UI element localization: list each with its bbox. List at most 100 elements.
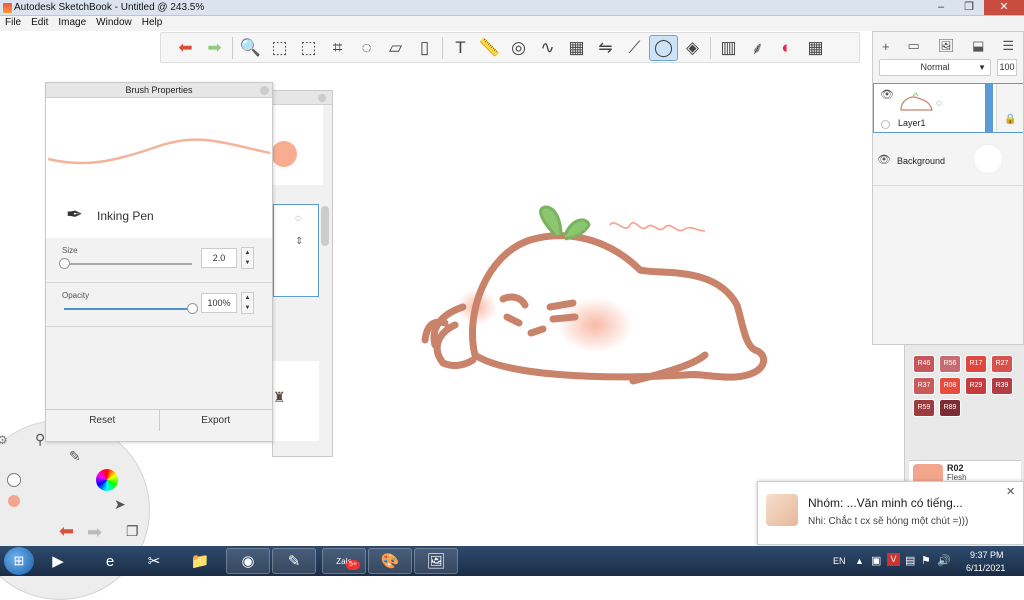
color-puck-icon[interactable] [96, 469, 118, 491]
maximize-button[interactable]: ❐ [956, 0, 982, 15]
layer-row-background[interactable]: 👁 Background [873, 136, 1023, 186]
menu-edit[interactable]: Edit [26, 16, 53, 28]
brush-library-close-icon[interactable] [318, 94, 326, 102]
close-window-button[interactable]: ✕ [984, 0, 1024, 15]
fill-icon[interactable]: ▯ [410, 35, 439, 61]
language-indicator[interactable]: EN [833, 556, 846, 566]
media-player-icon[interactable]: ▶ [38, 548, 78, 574]
opacity-slider-track[interactable] [64, 308, 192, 310]
tray-v-icon[interactable]: V [887, 553, 900, 566]
lasso-icon[interactable]: ◌ [352, 35, 381, 61]
brush-library-scrollbar[interactable] [321, 206, 329, 246]
zalo-icon[interactable]: Zalo [322, 548, 366, 574]
blend-mode-select[interactable]: Normal ▼ [879, 59, 991, 76]
eye-icon[interactable]: 👁 [880, 88, 894, 101]
menu-file[interactable]: File [0, 16, 26, 28]
sketchbook-icon[interactable]: ✎ [272, 548, 316, 574]
predictive-stroke-icon[interactable]: ◯ [649, 34, 678, 61]
lagoon-redo-icon[interactable]: ➡ [87, 522, 102, 543]
perspective-icon[interactable]: ▦ [562, 35, 591, 61]
lagoon-undo-icon[interactable]: ⬅ [59, 521, 74, 542]
layers-icon[interactable]: ❐ [126, 523, 139, 540]
opacity-stepper[interactable]: ▲ ▼ [241, 292, 254, 314]
volume-icon[interactable]: 🔊 [937, 554, 951, 567]
chrome-icon[interactable]: ◉ [226, 548, 270, 574]
french-curve-icon[interactable]: ∿ [533, 35, 562, 61]
start-button[interactable]: ⊞ [4, 547, 34, 575]
current-color-icon[interactable] [8, 495, 20, 507]
menu-window[interactable]: Window [91, 16, 137, 28]
lagoon-tool-icon[interactable]: ⚲ [35, 431, 45, 448]
network-icon[interactable]: ▤ [905, 554, 915, 567]
brush-resize-icon[interactable]: ⇕ [295, 236, 303, 247]
redo-icon[interactable]: ➡ [200, 35, 229, 61]
copic-swatch[interactable]: R56 [939, 355, 961, 373]
undo-icon[interactable]: ⬅ [171, 35, 200, 61]
copic-swatch[interactable]: R27 [991, 355, 1013, 373]
lagoon-settings-icon[interactable]: ⚙ [0, 433, 8, 447]
layer-opacity-bar[interactable] [985, 84, 993, 132]
layer-select-radio[interactable] [881, 120, 890, 129]
copic-swatch[interactable]: R39 [991, 377, 1013, 395]
menu-help[interactable]: Help [137, 16, 168, 28]
ruler-icon[interactable]: 📏 [475, 35, 504, 61]
export-button[interactable]: Export [160, 410, 273, 431]
text-icon[interactable]: T [446, 35, 475, 61]
size-slider-knob[interactable] [59, 258, 70, 269]
copic-swatch[interactable]: R37 [913, 377, 935, 395]
size-stepper[interactable]: ▲ ▼ [241, 247, 254, 269]
crop-icon[interactable]: ⌗ [323, 35, 352, 61]
chat-notification[interactable]: Nhóm: ...Văn minh có tiếng... Nhi: Chắc … [757, 481, 1024, 545]
tray-expand-icon[interactable]: ▲ [855, 556, 864, 566]
symmetry-icon[interactable]: ⇋ [591, 35, 620, 61]
copic-swatch[interactable]: R46 [913, 355, 935, 373]
ellipse-icon[interactable]: ◎ [504, 35, 533, 61]
reset-button[interactable]: Reset [46, 410, 160, 431]
transform-icon[interactable]: ⬚ [294, 35, 323, 61]
paint-icon[interactable]: 🎨 [368, 548, 412, 574]
brush-library-icon[interactable]: ⸙ [743, 35, 772, 61]
add-layer-icon[interactable]: + [882, 39, 890, 54]
eye-icon[interactable]: 👁 [877, 153, 891, 166]
brush-puck-icon[interactable]: ✎ [69, 448, 81, 465]
layer-opacity-field[interactable]: 100 [997, 59, 1017, 76]
copic-library-icon[interactable]: ▥ [714, 35, 743, 61]
copic-swatch[interactable]: R08 [939, 377, 961, 395]
photo-viewer-icon[interactable]: 🖼 [414, 548, 458, 574]
stroke-icon[interactable]: ⟋ [620, 35, 649, 61]
copic-swatch[interactable]: R17 [965, 355, 987, 373]
tray-app-icon[interactable]: ▣ [871, 554, 881, 567]
clock-time[interactable]: 9:37 PM [970, 550, 1004, 560]
color-wheel-icon[interactable]: ◐ [772, 35, 801, 61]
fill-layer-icon[interactable]: ⬓ [972, 38, 984, 54]
brush-thumbnail-icon[interactable]: ♜ [273, 389, 286, 406]
copic-swatch[interactable]: R29 [965, 377, 987, 395]
menu-image[interactable]: Image [53, 16, 91, 28]
add-image-icon[interactable]: 🖼 [938, 38, 955, 54]
select-icon[interactable]: ⬚ [265, 35, 294, 61]
clock-date[interactable]: 6/11/2021 [966, 563, 1005, 573]
shape-icon[interactable]: ◈ [678, 35, 707, 61]
minimize-button[interactable]: – [928, 0, 954, 15]
file-explorer-icon[interactable]: 📁 [180, 548, 220, 574]
copic-swatch[interactable]: R89 [939, 399, 961, 417]
opacity-value-field[interactable]: 100% [201, 293, 237, 313]
canvas-drawing[interactable] [415, 195, 785, 395]
panel-close-icon[interactable] [260, 86, 269, 95]
snipping-tool-icon[interactable]: ✂ [134, 548, 174, 574]
add-group-icon[interactable]: ▭ [907, 38, 919, 54]
close-icon[interactable]: ✕ [1006, 485, 1015, 498]
size-slider-track[interactable] [64, 263, 192, 265]
flag-icon[interactable]: ⚑ [921, 554, 931, 567]
distort-icon[interactable]: ▱ [381, 35, 410, 61]
layer-row-layer1[interactable]: 👁 ◌ Layer1 🔒 [873, 83, 1023, 133]
size-value-field[interactable]: 2.0 [201, 248, 237, 268]
opacity-slider-knob[interactable] [187, 303, 198, 314]
brush-size-puck-icon[interactable] [7, 473, 21, 487]
lock-icon[interactable]: 🔒 [1004, 114, 1016, 125]
zoom-icon[interactable]: 🔍 [236, 35, 265, 61]
copic-swatch[interactable]: R59 [913, 399, 935, 417]
pointer-icon[interactable]: ➤ [114, 496, 126, 513]
palette-icon[interactable]: ▦ [801, 35, 830, 61]
layer-menu-icon[interactable]: ☰ [1002, 38, 1014, 54]
